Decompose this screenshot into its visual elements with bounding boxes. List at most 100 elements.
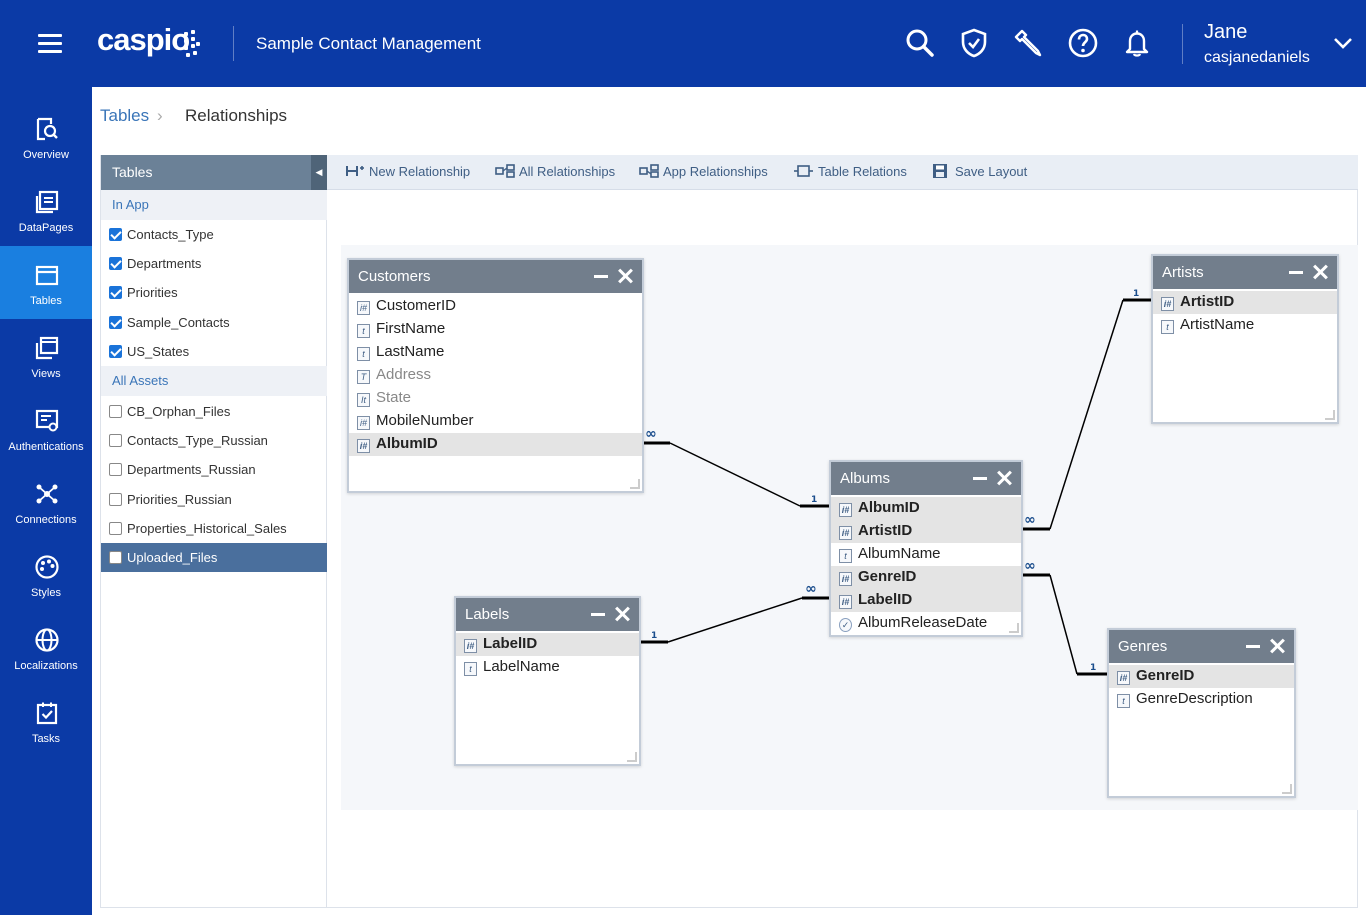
checkbox[interactable] [109, 257, 122, 270]
table-box-header[interactable]: Labels [456, 598, 639, 631]
app-relationships-button[interactable]: App Relationships [639, 164, 768, 179]
table-box-labels[interactable]: Labels i# LabelID t LabelName [454, 596, 641, 766]
table-item-departments[interactable]: Departments [101, 249, 327, 278]
breadcrumb-tables-link[interactable]: Tables [100, 106, 149, 126]
field-row-key[interactable]: i# GenreID [1109, 665, 1294, 688]
field-row[interactable]: t GenreDescription [1109, 688, 1294, 711]
field-row[interactable]: t AlbumName [831, 543, 1021, 566]
close-icon[interactable] [613, 605, 631, 623]
nav-tables[interactable]: Tables [0, 246, 92, 319]
checkbox[interactable] [109, 345, 122, 358]
number-field-icon: i# [464, 639, 477, 653]
field-row[interactable]: T Address [349, 364, 642, 387]
table-item-cb-orphan-files[interactable]: CB_Orphan_Files [101, 397, 327, 426]
table-box-albums[interactable]: Albums i# AlbumID i# ArtistID t AlbumName i… [829, 460, 1023, 637]
table-item-priorities[interactable]: Priorities [101, 278, 327, 307]
table-item-contacts-type-russian[interactable]: Contacts_Type_Russian [101, 426, 327, 455]
bell-icon[interactable] [1121, 27, 1153, 59]
nav-styles[interactable]: Styles [0, 538, 92, 611]
field-row-key[interactable]: i# LabelID [831, 589, 1021, 612]
nav-views[interactable]: Views [0, 319, 92, 392]
app-title: Sample Contact Management [256, 34, 481, 53]
field-row-key[interactable]: i# GenreID [831, 566, 1021, 589]
field-row-key[interactable]: i# AlbumID [349, 433, 642, 456]
checkbox[interactable] [109, 405, 122, 418]
close-icon[interactable] [1268, 637, 1286, 655]
table-item-sample-contacts[interactable]: Sample_Contacts [101, 308, 327, 337]
caspio-logo[interactable]: caspio [97, 22, 190, 58]
menu-icon[interactable] [38, 34, 62, 54]
table-box-header[interactable]: Albums [831, 462, 1021, 495]
table-item-contacts-type[interactable]: Contacts_Type [101, 220, 327, 249]
resize-handle[interactable] [1282, 784, 1292, 794]
table-box-header[interactable]: Genres [1109, 630, 1294, 663]
chevron-down-icon[interactable] [1332, 34, 1354, 52]
field-row[interactable]: t ArtistName [1153, 314, 1337, 337]
minimize-icon[interactable] [1246, 645, 1260, 648]
field-row[interactable]: i# CustomerID [349, 295, 642, 318]
field-row-key[interactable]: i# AlbumID [831, 497, 1021, 520]
wrench-icon[interactable] [1012, 27, 1044, 59]
new-relationship-button[interactable]: New Relationship [345, 164, 470, 179]
field-row[interactable]: t FirstName [349, 318, 642, 341]
save-layout-button[interactable]: Save Layout [931, 164, 1027, 179]
checkbox[interactable] [109, 434, 122, 447]
minimize-icon[interactable] [973, 477, 987, 480]
shield-check-icon[interactable] [958, 27, 990, 59]
help-icon[interactable] [1067, 27, 1099, 59]
field-row-key[interactable]: i# ArtistID [1153, 291, 1337, 314]
table-box-title: Labels [465, 606, 510, 623]
checkbox[interactable] [109, 286, 122, 299]
table-box-header[interactable]: Customers [349, 260, 642, 293]
close-icon[interactable] [995, 469, 1013, 487]
user-login[interactable]: casjanedaniels [1204, 49, 1310, 67]
table-item-departments-russian[interactable]: Departments_Russian [101, 455, 327, 484]
nav-localizations[interactable]: Localizations [0, 611, 92, 684]
table-box-header[interactable]: Artists [1153, 256, 1337, 289]
all-relationships-icon [495, 164, 515, 178]
resize-handle[interactable] [1009, 623, 1019, 633]
all-relationships-button[interactable]: All Relationships [495, 164, 615, 179]
user-name[interactable]: Jane [1204, 21, 1247, 44]
nav-datapages[interactable]: DataPages [0, 173, 92, 246]
field-row-key[interactable]: i# LabelID [456, 633, 639, 656]
nav-overview[interactable]: Overview [0, 100, 92, 173]
field-row[interactable]: t LastName [349, 341, 642, 364]
checkbox[interactable] [109, 551, 122, 564]
nav-authentications[interactable]: Authentications [0, 392, 92, 465]
checkbox[interactable] [109, 463, 122, 476]
field-name: FirstName [376, 320, 446, 337]
table-item-us-states[interactable]: US_States [101, 337, 327, 366]
table-box-artists[interactable]: Artists i# ArtistID t ArtistName [1151, 254, 1339, 424]
nav-tasks[interactable]: Tasks [0, 684, 92, 757]
table-item-properties-historical-sales[interactable]: Properties_Historical_Sales [101, 514, 327, 543]
field-row[interactable]: ✓ AlbumReleaseDate [831, 612, 1021, 635]
field-row-key[interactable]: i# ArtistID [831, 520, 1021, 543]
field-row[interactable]: It State [349, 387, 642, 410]
resize-handle[interactable] [627, 752, 637, 762]
table-item-label: Uploaded_Files [127, 550, 218, 565]
checkbox[interactable] [109, 228, 122, 241]
checkbox[interactable] [109, 316, 122, 329]
resize-handle[interactable] [630, 479, 640, 489]
search-icon[interactable] [904, 27, 936, 59]
close-icon[interactable] [616, 267, 634, 285]
table-relations-button[interactable]: Table Relations [794, 164, 907, 179]
nav-connections[interactable]: Connections [0, 465, 92, 538]
minimize-icon[interactable] [591, 613, 605, 616]
table-item-label: Sample_Contacts [127, 315, 230, 330]
collapse-panel-button[interactable]: ◀ [311, 155, 327, 190]
minimize-icon[interactable] [1289, 271, 1303, 274]
table-item-uploaded-files[interactable]: Uploaded_Files [101, 543, 327, 572]
minimize-icon[interactable] [594, 275, 608, 278]
field-row[interactable]: i# MobileNumber [349, 410, 642, 433]
list-field-icon: It [357, 393, 370, 407]
checkbox[interactable] [109, 493, 122, 506]
checkbox[interactable] [109, 522, 122, 535]
table-box-genres[interactable]: Genres i# GenreID t GenreDescription [1107, 628, 1296, 798]
table-box-customers[interactable]: Customers i# CustomerID t FirstName t LastN… [347, 258, 644, 493]
resize-handle[interactable] [1325, 410, 1335, 420]
field-row[interactable]: t LabelName [456, 656, 639, 679]
close-icon[interactable] [1311, 263, 1329, 281]
table-item-priorities-russian[interactable]: Priorities_Russian [101, 485, 327, 514]
